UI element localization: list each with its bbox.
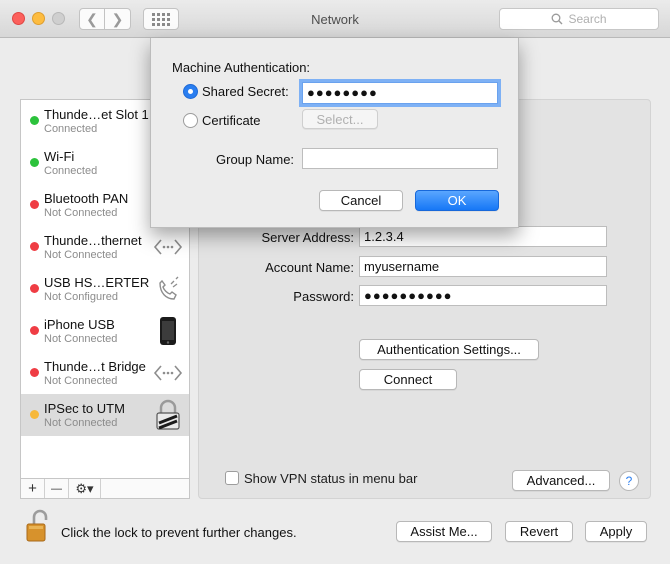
status-dot xyxy=(30,242,39,251)
help-button[interactable]: ? xyxy=(619,471,639,491)
unlocked-padlock-icon xyxy=(26,509,48,542)
phone-handset-icon xyxy=(153,274,183,304)
service-status: Not Connected xyxy=(44,375,118,387)
service-status: Connected xyxy=(44,165,98,177)
remove-service-button[interactable]: — xyxy=(45,479,69,498)
service-status: Not Connected xyxy=(44,249,118,261)
assist-me-button[interactable]: Assist Me... xyxy=(396,521,492,542)
iphone-icon xyxy=(153,316,183,346)
certificate-label: Certificate xyxy=(202,113,261,128)
status-dot xyxy=(30,284,39,293)
password-label: Password: xyxy=(293,289,354,304)
status-dot xyxy=(30,368,39,377)
service-status: Not Connected xyxy=(44,417,118,429)
revert-button[interactable]: Revert xyxy=(505,521,573,542)
service-item-iphone-usb[interactable]: iPhone USB Not Connected xyxy=(21,310,189,352)
service-item-ipsec-to-utm[interactable]: IPSec to UTM Not Connected xyxy=(21,394,189,436)
status-dot xyxy=(30,410,39,419)
add-service-button[interactable]: + xyxy=(21,479,45,498)
service-actions-menu[interactable]: ⚙▾ xyxy=(69,479,101,498)
status-dot xyxy=(30,116,39,125)
shared-secret-field[interactable]: ●●●●●●●● xyxy=(302,82,498,104)
group-name-label: Group Name: xyxy=(216,152,295,167)
service-name: iPhone USB xyxy=(44,317,115,332)
plus-icon: + xyxy=(28,480,37,497)
search-icon xyxy=(552,13,563,25)
title-bar: ❮ ❯ Network Search xyxy=(0,0,670,38)
authentication-settings-button[interactable]: Authentication Settings... xyxy=(359,339,539,360)
minus-icon: — xyxy=(51,482,62,495)
service-status: Not Connected xyxy=(44,333,118,345)
ethernet-arrows-icon xyxy=(153,358,183,388)
certificate-radio[interactable] xyxy=(183,113,198,128)
gear-icon: ⚙▾ xyxy=(75,480,94,496)
status-dot xyxy=(30,200,39,209)
ethernet-arrows-icon xyxy=(153,232,183,262)
service-item-thunderbolt-bridge[interactable]: Thunde…t Bridge Not Connected xyxy=(21,352,189,394)
shared-secret-label: Shared Secret: xyxy=(202,84,289,99)
connect-button[interactable]: Connect xyxy=(359,369,457,390)
service-item-thunderbolt-ethernet[interactable]: Thunde…thernet Not Connected xyxy=(21,226,189,268)
account-name-field[interactable]: myusername xyxy=(359,256,607,277)
service-name: Thunde…et Slot 1 xyxy=(44,107,149,122)
search-placeholder: Search xyxy=(568,12,607,26)
status-dot xyxy=(30,158,39,167)
apply-button[interactable]: Apply xyxy=(585,521,647,542)
service-name: IPSec to UTM xyxy=(44,401,125,416)
status-dot xyxy=(30,326,39,335)
shared-secret-radio[interactable] xyxy=(183,84,198,99)
group-name-field[interactable] xyxy=(302,148,498,169)
account-name-label: Account Name: xyxy=(265,260,354,275)
lock-message: Click the lock to prevent further change… xyxy=(61,525,297,540)
vpn-lock-icon xyxy=(153,399,183,430)
lock-button[interactable] xyxy=(26,509,48,543)
service-list-toolbar: + — ⚙▾ xyxy=(20,478,190,499)
service-name: Thunde…t Bridge xyxy=(44,359,146,374)
service-status: Not Connected xyxy=(44,207,118,219)
search-input[interactable]: Search xyxy=(499,8,659,30)
service-status: Not Configured xyxy=(44,291,118,303)
service-name: USB HS…ERTER xyxy=(44,275,150,290)
advanced-button[interactable]: Advanced... xyxy=(512,470,610,491)
cancel-button[interactable]: Cancel xyxy=(319,190,403,211)
machine-authentication-sheet: Machine Authentication: Shared Secret: ●… xyxy=(150,38,519,228)
select-certificate-button[interactable]: Select... xyxy=(302,109,378,129)
server-address-field[interactable]: 1.2.3.4 xyxy=(359,226,607,247)
show-vpn-status-label: Show VPN status in menu bar xyxy=(244,471,418,486)
service-name: Bluetooth PAN xyxy=(44,191,129,206)
service-status: Connected xyxy=(44,123,98,135)
show-vpn-status-checkbox[interactable] xyxy=(225,471,239,485)
ok-button[interactable]: OK xyxy=(415,190,499,211)
server-address-label: Server Address: xyxy=(261,230,355,245)
service-name: Wi-Fi xyxy=(44,149,75,164)
service-item-usb-converter[interactable]: USB HS…ERTER Not Configured xyxy=(21,268,189,310)
password-field[interactable]: ●●●●●●●●●● xyxy=(359,285,607,306)
service-name: Thunde…thernet xyxy=(44,233,142,248)
sheet-heading: Machine Authentication: xyxy=(172,60,311,75)
